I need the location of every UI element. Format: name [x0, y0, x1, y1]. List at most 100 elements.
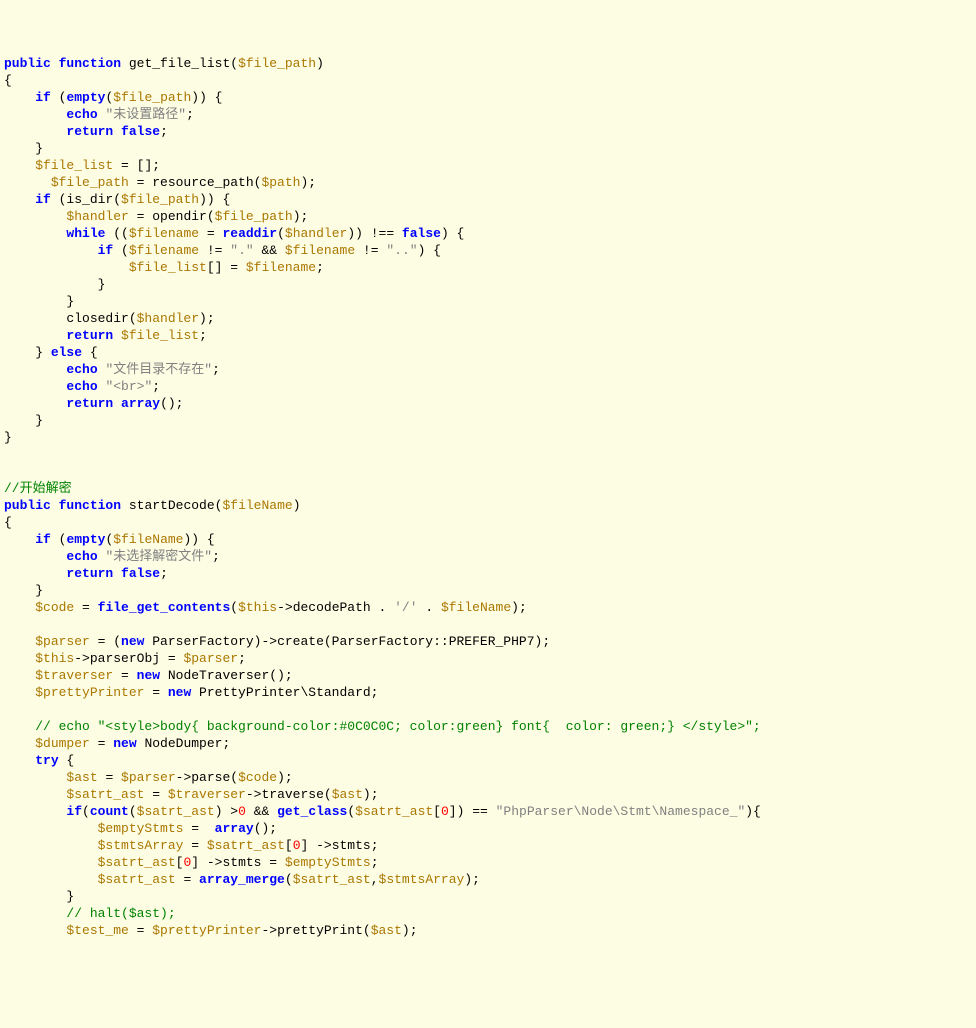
semi: ;: [316, 260, 324, 275]
text: );: [277, 770, 293, 785]
text: [: [433, 804, 441, 819]
variable: $stmtsArray: [98, 838, 184, 853]
keyword-count: count: [90, 804, 129, 819]
indent: [4, 532, 35, 547]
paren: (: [347, 804, 355, 819]
code-line: $handler = opendir($file_path);: [4, 209, 308, 224]
code-line: $satrt_ast = $traverser->traverse($ast);: [4, 787, 379, 802]
variable: $prettyPrinter: [35, 685, 144, 700]
text: !=: [199, 243, 230, 258]
keyword-new: new: [137, 668, 160, 683]
keyword-readdir: readdir: [222, 226, 277, 241]
semi: ;: [199, 328, 207, 343]
indent: [4, 685, 35, 700]
keyword-if: if: [66, 804, 82, 819]
text: =: [183, 821, 214, 836]
string: "文件目录不存在": [105, 362, 212, 377]
variable: $handler: [66, 209, 128, 224]
variable: $traverser: [168, 787, 246, 802]
text: = (: [90, 634, 121, 649]
indent: [4, 379, 66, 394]
keyword-if: if: [98, 243, 114, 258]
variable: $file_path: [215, 209, 293, 224]
text: );: [402, 923, 418, 938]
keyword-echo: echo: [66, 362, 97, 377]
code-line: }: [4, 889, 74, 904]
code-line: while (($filename = readdir($handler)) !…: [4, 226, 464, 241]
indent: [4, 107, 66, 122]
text: );: [363, 787, 379, 802]
paren: (: [230, 600, 238, 615]
code-line: echo "文件目录不存在";: [4, 362, 220, 377]
variable: $handler: [285, 226, 347, 241]
code-line: closedir($handler);: [4, 311, 215, 326]
keyword-false: false: [121, 566, 160, 581]
keyword-array: array: [121, 396, 160, 411]
string: ".": [230, 243, 253, 258]
number: 0: [238, 804, 246, 819]
text: =: [98, 770, 121, 785]
code-line: echo "未选择解密文件";: [4, 549, 220, 564]
paren: (: [51, 532, 67, 547]
semi: ;: [212, 362, 220, 377]
indent: [4, 90, 35, 105]
code-line: $file_path = resource_path($path);: [4, 175, 316, 190]
indent: [4, 124, 66, 139]
code-line: $test_me = $prettyPrinter->prettyPrint($…: [4, 923, 418, 938]
variable: $code: [35, 600, 74, 615]
text: ();: [254, 821, 277, 836]
paren: ): [316, 56, 324, 71]
indent: [4, 158, 35, 173]
text: =: [176, 872, 199, 887]
variable: $this: [35, 651, 74, 666]
variable: $emptyStmts: [98, 821, 184, 836]
text: ->traverse(: [246, 787, 332, 802]
paren: (: [129, 804, 137, 819]
indent: [4, 566, 66, 581]
text: );: [511, 600, 527, 615]
keyword-get-class: get_class: [277, 804, 347, 819]
variable: $handler: [137, 311, 199, 326]
indent: [4, 804, 66, 819]
variable: $dumper: [35, 736, 90, 751]
indent: [4, 736, 35, 751]
variable: $traverser: [35, 668, 113, 683]
code-line: if (empty($file_path)) {: [4, 90, 223, 105]
comment: // echo "<style>body{ background-color:#…: [35, 719, 761, 734]
variable: $prettyPrinter: [152, 923, 261, 938]
code-line: $prettyPrinter = new PrettyPrinter\Stand…: [4, 685, 378, 700]
indent: [4, 787, 66, 802]
variable: $ast: [332, 787, 363, 802]
text: [113, 124, 121, 139]
variable: $ast: [66, 770, 97, 785]
code-line: $ast = $parser->parse($code);: [4, 770, 293, 785]
text: ) >: [215, 804, 238, 819]
indent: [4, 549, 66, 564]
code-line: if ($filename != "." && $filename != "..…: [4, 243, 441, 258]
indent: [4, 260, 129, 275]
variable: $fileName: [222, 498, 292, 513]
indent: [4, 821, 98, 836]
variable: $file_path: [113, 90, 191, 105]
indent: [4, 175, 51, 190]
variable: $satrt_ast: [66, 787, 144, 802]
text: PrettyPrinter\Standard;: [191, 685, 378, 700]
number: 0: [441, 804, 449, 819]
code-line: return $file_list;: [4, 328, 207, 343]
variable: $satrt_ast: [98, 872, 176, 887]
keyword-new: new: [113, 736, 136, 751]
text: );: [300, 175, 316, 190]
variable: $test_me: [66, 923, 128, 938]
text: );: [293, 209, 309, 224]
variable: $emptyStmts: [285, 855, 371, 870]
text: &&: [254, 243, 285, 258]
keyword-function: function: [59, 56, 121, 71]
text: &&: [246, 804, 277, 819]
code-line: try {: [4, 753, 74, 768]
keyword-return: return: [66, 124, 113, 139]
variable: $satrt_ast: [207, 838, 285, 853]
text: )) {: [183, 532, 214, 547]
text: {: [59, 753, 75, 768]
string: '/': [394, 600, 417, 615]
keyword-return: return: [66, 566, 113, 581]
